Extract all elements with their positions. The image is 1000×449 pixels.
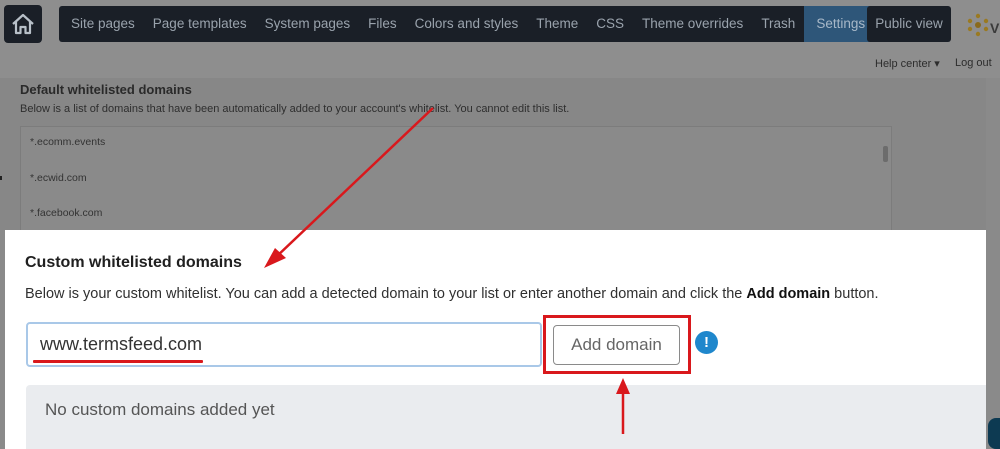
nav-css[interactable]: CSS (587, 6, 633, 42)
background-right-strip (986, 78, 1000, 230)
description-bold-button-name: Add domain (746, 286, 831, 302)
main-nav: Site pages Page templates System pages F… (59, 6, 878, 42)
description-text: Below is your custom whitelist. You can … (25, 286, 747, 302)
public-view-button[interactable]: Public view (867, 6, 951, 42)
brand-logo: V (966, 10, 1000, 40)
logo-icon: V (967, 13, 1000, 37)
default-list-scrollbar[interactable] (883, 146, 888, 162)
add-domain-button[interactable]: Add domain (553, 325, 680, 365)
nav-trash[interactable]: Trash (752, 6, 804, 42)
default-domains-list: *.ecomm.events *.ecwid.com *.facebook.co… (20, 126, 892, 236)
annotation-underline (33, 360, 203, 363)
home-icon (12, 13, 34, 35)
edge-mark (0, 176, 2, 180)
nav-theme-overrides[interactable]: Theme overrides (633, 6, 752, 42)
nav-site-pages[interactable]: Site pages (59, 6, 144, 42)
nav-files[interactable]: Files (359, 6, 406, 42)
nav-page-templates[interactable]: Page templates (144, 6, 256, 42)
home-button[interactable] (4, 5, 42, 43)
empty-state-message: No custom domains added yet (45, 400, 275, 419)
custom-domains-title: Custom whitelisted domains (25, 254, 242, 271)
list-item: *.ecomm.events (30, 136, 106, 148)
custom-domains-description: Below is your custom whitelist. You can … (25, 286, 879, 302)
nav-system-pages[interactable]: System pages (256, 6, 360, 42)
default-domains-description: Below is a list of domains that have bee… (20, 103, 570, 115)
svg-text:V: V (990, 20, 1000, 36)
sub-bar (0, 50, 1000, 78)
log-out-link[interactable]: Log out (955, 57, 992, 69)
list-item: *.facebook.com (30, 207, 103, 219)
nav-colors-and-styles[interactable]: Colors and styles (406, 6, 528, 42)
description-suffix: button. (830, 286, 879, 302)
list-item: *.ecwid.com (30, 171, 87, 184)
help-center-menu[interactable]: Help center ▾ (875, 57, 940, 70)
chat-widget-tab[interactable] (988, 418, 1000, 449)
nav-theme[interactable]: Theme (527, 6, 587, 42)
info-icon[interactable]: ! (695, 331, 718, 354)
default-domains-heading: Default whitelisted domains (20, 82, 192, 97)
